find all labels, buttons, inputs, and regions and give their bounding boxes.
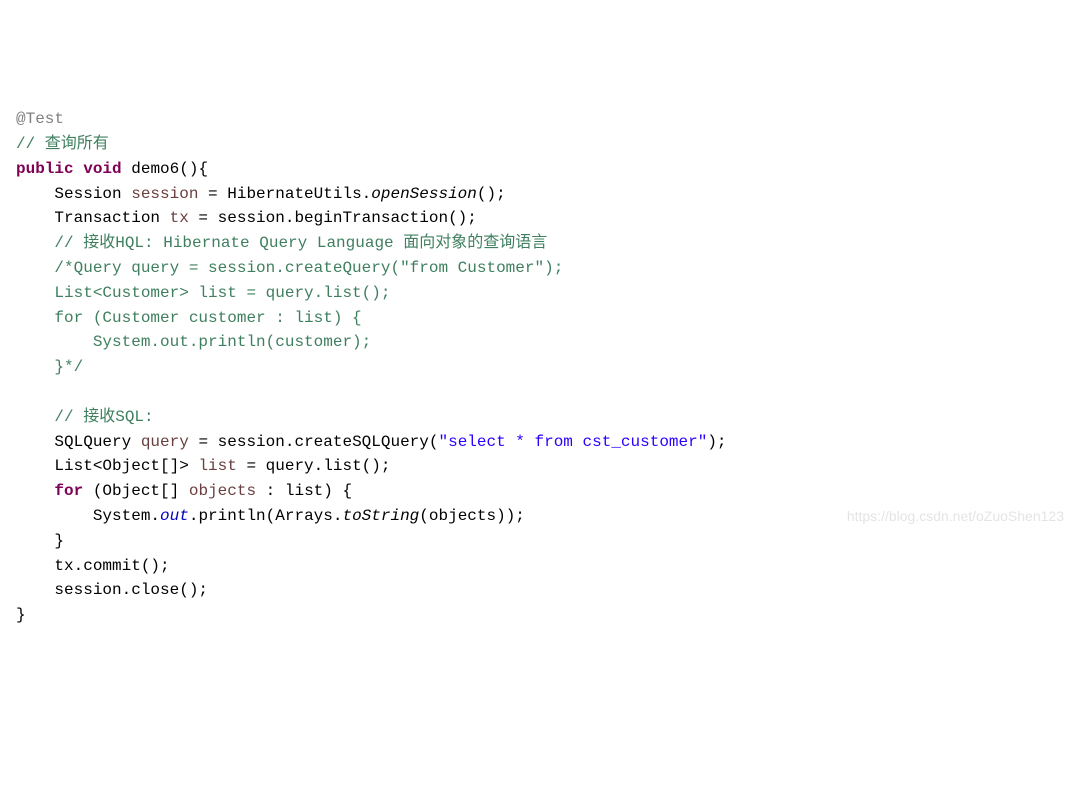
- indent: [16, 482, 54, 500]
- code-text: (objects));: [419, 507, 525, 525]
- punct: ();: [477, 185, 506, 203]
- indent: [16, 457, 54, 475]
- punct: }: [54, 532, 64, 550]
- string-literal: "select * from cst_customer": [438, 433, 707, 451]
- code-text: tx.commit();: [54, 557, 169, 575]
- variable: tx: [170, 209, 189, 227]
- indent: [16, 557, 54, 575]
- indent: [16, 433, 54, 451]
- watermark: https://blog.csdn.net/oZuoShen123: [847, 506, 1064, 528]
- indent: [16, 209, 54, 227]
- code-text: = query.list();: [237, 457, 391, 475]
- method-name: demo6: [131, 160, 179, 178]
- code-text: (Object[]: [83, 482, 189, 500]
- static-method: openSession: [371, 185, 477, 203]
- code-text: : list) {: [256, 482, 352, 500]
- block-comment: /*Query query = session.createQuery("fro…: [54, 259, 563, 277]
- variable: query: [141, 433, 189, 451]
- type: Transaction: [54, 209, 169, 227]
- code-text: System.: [93, 507, 160, 525]
- keyword-void: void: [83, 160, 121, 178]
- indent: [16, 284, 54, 302]
- type: SQLQuery: [54, 433, 140, 451]
- block-comment: }*/: [54, 358, 83, 376]
- indent: [16, 234, 54, 252]
- indent: [16, 532, 54, 550]
- comment-line: // 接收SQL:: [54, 408, 153, 426]
- punct: );: [707, 433, 726, 451]
- indent: [16, 333, 93, 351]
- code-text: .println(Arrays.: [189, 507, 343, 525]
- indent: [16, 408, 54, 426]
- variable: objects: [189, 482, 256, 500]
- indent: [16, 185, 54, 203]
- indent: [16, 259, 54, 277]
- static-field: out: [160, 507, 189, 525]
- block-comment: System.out.println(customer);: [93, 333, 371, 351]
- keyword-public: public: [16, 160, 74, 178]
- code-text: session.close();: [54, 581, 208, 599]
- type: Session: [54, 185, 131, 203]
- punct: }: [16, 606, 26, 624]
- punct: (){: [179, 160, 208, 178]
- indent: [16, 358, 54, 376]
- static-method: toString: [342, 507, 419, 525]
- indent: [16, 581, 54, 599]
- indent: [16, 309, 54, 327]
- code-text: = session.createSQLQuery(: [189, 433, 439, 451]
- variable: list: [198, 457, 236, 475]
- annotation: @Test: [16, 110, 64, 128]
- comment-line: // 查询所有: [16, 135, 109, 153]
- code-block: @Test // 查询所有 public void demo6(){ Sessi…: [16, 107, 1058, 628]
- code-text: = HibernateUtils.: [198, 185, 371, 203]
- block-comment: List<Customer> list = query.list();: [54, 284, 390, 302]
- keyword-for: for: [54, 482, 83, 500]
- type: List<Object[]>: [54, 457, 198, 475]
- indent: [16, 507, 93, 525]
- block-comment: for (Customer customer : list) {: [54, 309, 361, 327]
- variable: session: [131, 185, 198, 203]
- comment-line: // 接收HQL: Hibernate Query Language 面向对象的…: [54, 234, 547, 252]
- code-text: = session.beginTransaction();: [189, 209, 477, 227]
